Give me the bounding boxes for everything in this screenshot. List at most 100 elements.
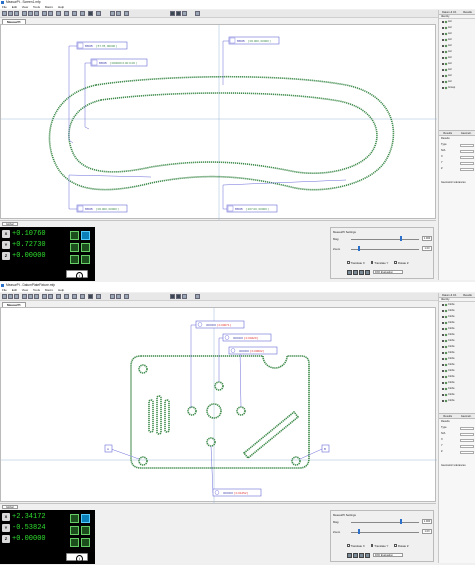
- measurement-canvas[interactable]: 000000 [ 0.00071 ] 000000 [ 0.00420 ] 00…: [0, 307, 437, 503]
- eval-icon-1[interactable]: [347, 552, 352, 558]
- tab-results-2[interactable]: Results: [443, 132, 452, 135]
- copy-icon[interactable]: [28, 11, 33, 16]
- tab-results[interactable]: Results: [463, 11, 472, 14]
- save-icon[interactable]: [14, 294, 19, 299]
- menu-tools[interactable]: Tools: [33, 288, 40, 292]
- datum-a[interactable]: A: [104, 444, 113, 453]
- evaluation-dropdown[interactable]: DXF Evaluation: [373, 269, 403, 275]
- eval-icon-3[interactable]: [359, 269, 364, 275]
- feature-list-item[interactable]: Circle: [439, 398, 475, 404]
- menu-view[interactable]: View: [22, 5, 28, 9]
- dro-tab[interactable]: Global: [2, 222, 18, 226]
- copy-icon[interactable]: [28, 294, 33, 299]
- x-axis-button[interactable]: X: [2, 513, 10, 521]
- new-icon[interactable]: [2, 294, 7, 299]
- zoom-out-icon[interactable]: [48, 294, 53, 299]
- grid-icon[interactable]: [72, 294, 77, 299]
- mag-value[interactable]: 1.000: [422, 236, 432, 241]
- translate-y-checkbox[interactable]: Translate Y: [370, 261, 388, 265]
- camera-icon[interactable]: [81, 231, 90, 240]
- view-mode-icon[interactable]: [170, 294, 175, 299]
- slash-2-icon[interactable]: [81, 538, 90, 547]
- zoom-in-icon[interactable]: [42, 294, 47, 299]
- z-axis-button[interactable]: Z: [2, 252, 10, 260]
- eval-icon-3[interactable]: [359, 552, 364, 558]
- measurement-canvas[interactable]: BB0B [ 57.78, 00000 ] BB0B [ 000000 0.00…: [0, 24, 437, 220]
- info-icon[interactable]: [66, 270, 88, 280]
- zoom-slider[interactable]: [351, 249, 419, 250]
- slash-2-icon[interactable]: [81, 255, 90, 264]
- view-mode-3-icon[interactable]: [182, 294, 187, 299]
- zoom-slider-thumb[interactable]: [358, 246, 360, 251]
- paste-icon[interactable]: [34, 294, 39, 299]
- line-icon[interactable]: [70, 526, 79, 535]
- view-mode-2-icon[interactable]: [176, 11, 181, 16]
- info-icon[interactable]: [66, 553, 88, 563]
- fit-icon[interactable]: [56, 11, 61, 16]
- menu-macro[interactable]: Macro: [45, 288, 53, 292]
- grid-icon[interactable]: [72, 11, 77, 16]
- zoom-slider-thumb[interactable]: [358, 529, 360, 534]
- zoom-value[interactable]: 1.00: [422, 529, 432, 534]
- zoom-value[interactable]: 1.00: [422, 246, 432, 251]
- print-icon[interactable]: [195, 294, 200, 299]
- dro-tab[interactable]: Global: [2, 505, 18, 509]
- menu-file[interactable]: File: [2, 5, 7, 9]
- translate-x-checkbox[interactable]: Translate X: [347, 261, 365, 265]
- line-icon[interactable]: [70, 243, 79, 252]
- callout-1[interactable]: 000000 [ 0.00071 ]: [195, 320, 245, 329]
- z-axis-button[interactable]: Z: [2, 535, 10, 543]
- layers-icon[interactable]: [80, 11, 85, 16]
- export-icon[interactable]: [116, 11, 121, 16]
- report-icon[interactable]: [110, 11, 115, 16]
- report-icon[interactable]: [110, 294, 115, 299]
- edit-icon[interactable]: [81, 526, 90, 535]
- rotate-z-checkbox[interactable]: Rotate Z: [394, 261, 409, 265]
- view-mode-icon[interactable]: [170, 11, 175, 16]
- view-mode-2-icon[interactable]: [176, 294, 181, 299]
- mag-slider[interactable]: [351, 522, 419, 523]
- layers-icon[interactable]: [80, 294, 85, 299]
- paste-icon[interactable]: [34, 11, 39, 16]
- open-icon[interactable]: [8, 294, 13, 299]
- eval-icon-1[interactable]: [347, 269, 352, 275]
- plate-features[interactable]: [130, 355, 310, 469]
- datum-b[interactable]: B: [321, 444, 330, 453]
- callout-4[interactable]: BB0B [ 00.000, 00000 ]: [76, 204, 128, 213]
- callout-2[interactable]: 000000 [ 0.00420 ]: [222, 333, 272, 342]
- mag-slider[interactable]: [351, 239, 419, 240]
- tab-geometric[interactable]: Geometr.: [461, 415, 472, 418]
- camera-icon[interactable]: [88, 294, 93, 299]
- view-mode-3-icon[interactable]: [182, 11, 187, 16]
- measure-icon[interactable]: [64, 294, 69, 299]
- y-axis-button[interactable]: Y: [2, 524, 10, 532]
- part-drawing[interactable]: BB0B [ 57.78, 00000 ] BB0B [ 000000 0.00…: [1, 25, 437, 220]
- menu-edit[interactable]: Edit: [12, 288, 17, 292]
- measure-icon[interactable]: [64, 11, 69, 16]
- evaluation-dropdown[interactable]: DXF Evaluation: [373, 552, 403, 558]
- slash-icon[interactable]: [70, 538, 79, 547]
- check-icon[interactable]: [70, 514, 79, 523]
- check-icon[interactable]: [70, 231, 79, 240]
- part-drawing[interactable]: 000000 [ 0.00071 ] 000000 [ 0.00420 ] 00…: [1, 308, 437, 503]
- callout-4[interactable]: 000000 [ 0.01252 ]: [212, 488, 262, 497]
- zoom-out-icon[interactable]: [48, 11, 53, 16]
- eval-icon-4[interactable]: [365, 269, 370, 275]
- camera-icon[interactable]: [81, 514, 90, 523]
- tab-results[interactable]: Results: [463, 294, 472, 297]
- menu-edit[interactable]: Edit: [12, 5, 17, 9]
- menu-file[interactable]: File: [2, 288, 7, 292]
- menu-help[interactable]: Help: [58, 5, 64, 9]
- callout-5[interactable]: BB0B [ 207.00, 00000 ]: [226, 204, 278, 213]
- callout-2[interactable]: BB0B [ 000000 0.00 0.00 ]: [90, 58, 148, 67]
- mag-slider-thumb[interactable]: [400, 236, 402, 241]
- eval-icon-2[interactable]: [353, 269, 358, 275]
- save-icon[interactable]: [14, 11, 19, 16]
- open-icon[interactable]: [8, 11, 13, 16]
- print-icon[interactable]: [195, 11, 200, 16]
- mag-value[interactable]: 1.000: [422, 519, 432, 524]
- zoom-slider[interactable]: [351, 532, 419, 533]
- x-axis-button[interactable]: X: [2, 230, 10, 238]
- tab-results-2[interactable]: Results: [443, 415, 452, 418]
- zoom-in-icon[interactable]: [42, 11, 47, 16]
